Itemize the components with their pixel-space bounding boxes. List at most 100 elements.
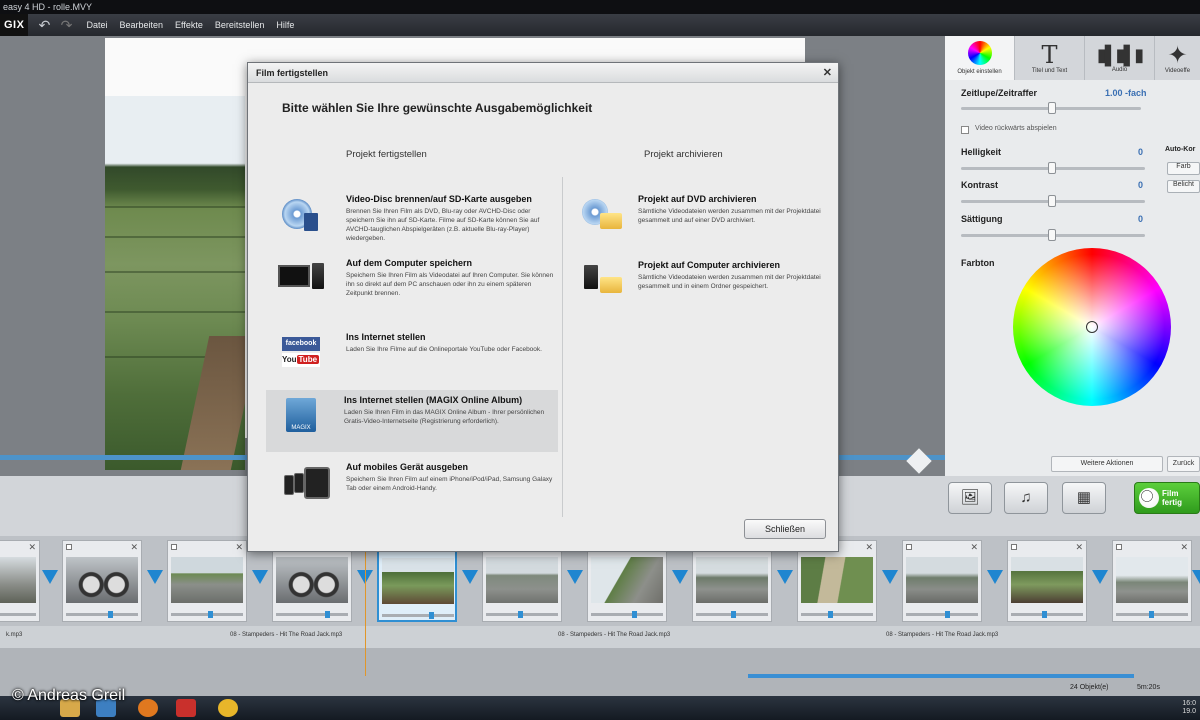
option-title: Auf mobiles Gerät ausgeben xyxy=(346,462,469,472)
option-mobile-device[interactable]: Auf mobiles Gerät ausgeben Speichern Sie… xyxy=(268,457,560,511)
add-photo-button[interactable]: 🖼 xyxy=(948,482,992,514)
add-music-icon: ♫ xyxy=(1020,489,1032,506)
tab-label: Videoeffe xyxy=(1164,68,1191,74)
option-disc-sd[interactable]: Video-Disc brennen/auf SD-Karte ausgeben… xyxy=(268,189,560,251)
finish-label: Film fertig xyxy=(1162,489,1182,507)
storyboard-clip[interactable]: ✕ xyxy=(1112,540,1192,622)
tab-object-settings[interactable]: Objekt einstellen xyxy=(945,36,1015,80)
contrast-slider-knob[interactable] xyxy=(1048,195,1056,207)
transition-icon[interactable] xyxy=(252,570,268,584)
more-actions-button[interactable]: Weitere Aktionen xyxy=(1051,456,1163,472)
archive-dvd-icon xyxy=(578,197,624,233)
total-duration: 5m:20s xyxy=(1137,684,1160,691)
option-title: Auf dem Computer speichern xyxy=(346,258,473,268)
transition-icon[interactable] xyxy=(462,570,478,584)
storyboard-clip[interactable]: ✕ xyxy=(482,540,562,622)
menu-hilfe[interactable]: Hilfe xyxy=(276,20,294,30)
audio-clip-label[interactable]: 08 - Stampeders - Hit The Road Jack.mp3 xyxy=(886,632,998,638)
option-description: Laden Sie Ihre Filme auf die Onlineporta… xyxy=(346,346,542,353)
timeline-scrollbar[interactable] xyxy=(748,674,1134,678)
clip-checkbox[interactable] xyxy=(66,544,72,550)
timeline-area: 24 Objekt(e) 5m:20s xyxy=(0,648,1200,696)
clip-checkbox[interactable] xyxy=(906,544,912,550)
clip-close-icon[interactable]: ✕ xyxy=(1180,542,1188,553)
undo-icon[interactable]: ↶ xyxy=(36,17,52,34)
hue-wheel-knob[interactable] xyxy=(1086,321,1098,333)
storyboard-clip[interactable]: ✕ xyxy=(62,540,142,622)
transition-icon[interactable] xyxy=(42,570,58,584)
storyboard-clip[interactable]: ✕ xyxy=(797,540,877,622)
close-button[interactable]: Schließen xyxy=(744,519,826,539)
system-clock: 16:0 19.0 xyxy=(1182,700,1196,716)
transition-icon[interactable] xyxy=(567,570,583,584)
menu-bereitstellen[interactable]: Bereitstellen xyxy=(215,20,265,30)
add-video-button[interactable]: ▦ xyxy=(1062,482,1106,514)
option-description: Laden Sie Ihren Film in das MAGIX Online… xyxy=(344,409,545,425)
clip-checkbox[interactable] xyxy=(1011,544,1017,550)
option-title: Ins Internet stellen (MAGIX Online Album… xyxy=(344,395,523,405)
firefox-icon[interactable] xyxy=(138,699,158,717)
auto-correction-label: Auto-Kor xyxy=(1165,146,1196,153)
finish-movie-button[interactable]: Film fertig xyxy=(1134,482,1200,514)
menu-effekte[interactable]: Effekte xyxy=(175,20,203,30)
back-button[interactable]: Zurück xyxy=(1167,456,1200,472)
option-archive-dvd[interactable]: Projekt auf DVD archivieren Sämtliche Vi… xyxy=(568,189,830,245)
tab-title-text[interactable]: T Titel und Text xyxy=(1015,36,1085,80)
option-internet-youtube-facebook[interactable]: facebook You Tube Ins Internet stellen La… xyxy=(268,327,560,381)
transition-icon[interactable] xyxy=(987,570,1003,584)
transition-icon[interactable] xyxy=(1192,570,1200,584)
clip-close-icon[interactable]: ✕ xyxy=(970,542,978,553)
audio-clip-label[interactable]: k.mp3 xyxy=(6,632,22,638)
storyboard-clip[interactable]: ✕ xyxy=(167,540,247,622)
reverse-checkbox[interactable] xyxy=(961,126,969,134)
clip-close-icon[interactable]: ✕ xyxy=(1075,542,1083,553)
tab-audio[interactable]: ▮▌▮▌▮ Audio xyxy=(1085,36,1155,80)
storyboard-clip[interactable]: ✕ xyxy=(587,540,667,622)
clip-checkbox[interactable] xyxy=(171,544,177,550)
auto-exposure-button[interactable]: Belicht xyxy=(1167,180,1200,193)
facebook-youtube-icon: facebook You Tube xyxy=(278,335,324,371)
menu-datei[interactable]: Datei xyxy=(86,20,107,30)
magix-taskbar-icon[interactable] xyxy=(176,699,196,717)
add-music-button[interactable]: ♫ xyxy=(1004,482,1048,514)
taskbar: 16:0 19.0 xyxy=(0,696,1200,720)
auto-color-button[interactable]: Farb xyxy=(1167,162,1200,175)
transition-icon[interactable] xyxy=(672,570,688,584)
storyboard-clip[interactable]: ✕ xyxy=(0,540,40,622)
option-archive-computer[interactable]: Projekt auf Computer archivieren Sämtlic… xyxy=(568,255,830,311)
audio-clip-label[interactable]: 08 - Stampeders - Hit The Road Jack.mp3 xyxy=(230,632,342,638)
tab-video-effects[interactable]: ✦ Videoeffe xyxy=(1155,36,1200,80)
option-description: Sämtliche Videodateien werden zusammen m… xyxy=(638,274,821,290)
saturation-label: Sättigung xyxy=(961,214,1003,224)
close-icon[interactable]: ✕ xyxy=(823,63,832,83)
playhead[interactable] xyxy=(365,536,366,676)
column-divider xyxy=(562,177,563,517)
hue-color-wheel[interactable] xyxy=(1013,248,1171,406)
transition-icon[interactable] xyxy=(1092,570,1108,584)
storyboard-clip[interactable]: ✕ xyxy=(272,540,352,622)
clip-close-icon[interactable]: ✕ xyxy=(130,542,138,553)
clip-checkbox[interactable] xyxy=(1116,544,1122,550)
transition-icon[interactable] xyxy=(147,570,163,584)
clip-close-icon[interactable]: ✕ xyxy=(235,542,243,553)
transition-icon[interactable] xyxy=(882,570,898,584)
menu-bearbeiten[interactable]: Bearbeiten xyxy=(119,20,163,30)
redo-icon[interactable]: ↷ xyxy=(58,17,74,34)
saturation-slider-knob[interactable] xyxy=(1048,229,1056,241)
audio-clip-label[interactable]: 08 - Stampeders - Hit The Road Jack.mp3 xyxy=(558,632,670,638)
clip-close-icon[interactable]: ✕ xyxy=(865,542,873,553)
storyboard-clip[interactable]: ✕ xyxy=(902,540,982,622)
storyboard-clip-selected[interactable]: ✕ xyxy=(377,540,457,622)
option-save-computer[interactable]: Auf dem Computer speichern Speichern Sie… xyxy=(268,253,560,319)
finish-movie-dialog: Film fertigstellen ✕ Bitte wählen Sie Ih… xyxy=(247,62,839,552)
speed-slider-knob[interactable] xyxy=(1048,102,1056,114)
storyboard-clip[interactable]: ✕ xyxy=(1007,540,1087,622)
clock-time: 16:0 xyxy=(1182,700,1196,707)
clip-close-icon[interactable]: ✕ xyxy=(28,542,36,553)
transition-icon[interactable] xyxy=(777,570,793,584)
option-description: Speichern Sie Ihren Film als Videodatei … xyxy=(346,272,554,297)
app-taskbar-icon[interactable] xyxy=(218,699,238,717)
storyboard-clip[interactable]: ✕ xyxy=(692,540,772,622)
option-magix-online-album[interactable]: MAGIX Ins Internet stellen (MAGIX Online… xyxy=(266,390,558,452)
brightness-slider-knob[interactable] xyxy=(1048,162,1056,174)
